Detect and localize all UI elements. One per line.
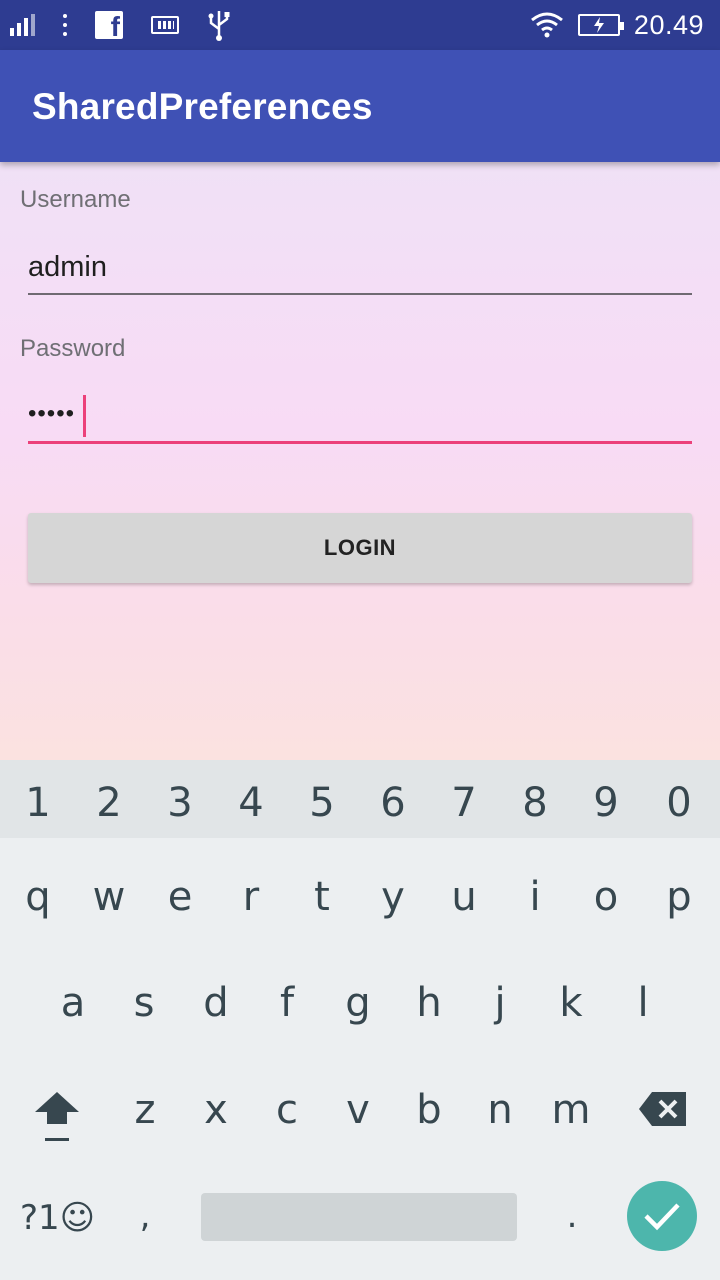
key-x[interactable]: x [186, 1087, 246, 1133]
key-5[interactable]: 5 [292, 780, 352, 826]
key-z[interactable]: z [115, 1087, 175, 1133]
status-time: 20.49 [633, 9, 704, 40]
key-w[interactable]: w [79, 874, 139, 920]
key-i[interactable]: i [505, 874, 565, 920]
space-bar[interactable] [201, 1193, 517, 1241]
key-d[interactable]: d [186, 980, 246, 1026]
key-8[interactable]: 8 [505, 780, 565, 826]
overflow-dots-icon [63, 14, 67, 36]
key-u[interactable]: u [434, 874, 494, 920]
app-title: SharedPreferences [32, 86, 373, 127]
key-n[interactable]: n [470, 1087, 530, 1133]
key-0[interactable]: 0 [649, 780, 709, 826]
signal-icon [10, 14, 35, 36]
key-g[interactable]: g [328, 980, 388, 1026]
key-period[interactable]: . [542, 1196, 602, 1236]
password-input[interactable]: ••••• [28, 400, 75, 428]
key-m[interactable]: m [541, 1087, 601, 1133]
text-cursor [83, 395, 86, 437]
key-1[interactable]: 1 [8, 780, 68, 826]
app-bar: SharedPreferences [0, 50, 720, 162]
key-q[interactable]: q [8, 874, 68, 920]
key-y[interactable]: y [363, 874, 423, 920]
shift-icon[interactable] [33, 1090, 81, 1142]
username-input[interactable]: admin [28, 251, 107, 284]
key-t[interactable]: t [292, 874, 352, 920]
password-label: Password [20, 335, 126, 362]
username-label: Username [20, 186, 131, 213]
key-o[interactable]: o [576, 874, 636, 920]
done-button[interactable] [627, 1181, 697, 1251]
key-l[interactable]: l [613, 980, 673, 1026]
backspace-icon[interactable] [638, 1090, 688, 1128]
key-f[interactable]: f [257, 980, 317, 1026]
key-v[interactable]: v [328, 1087, 388, 1133]
wifi-icon [530, 12, 563, 38]
key-a[interactable]: a [43, 980, 103, 1026]
key-2[interactable]: 2 [79, 780, 139, 826]
username-underline [28, 293, 692, 295]
key-4[interactable]: 4 [221, 780, 281, 826]
key-c[interactable]: c [257, 1087, 317, 1133]
key-b[interactable]: b [399, 1087, 459, 1133]
key-3[interactable]: 3 [150, 780, 210, 826]
key-9[interactable]: 9 [576, 780, 636, 826]
key-k[interactable]: k [541, 980, 601, 1026]
keyboard-icon [151, 16, 179, 34]
key-h[interactable]: h [399, 980, 459, 1026]
battery-charging-icon [577, 14, 624, 36]
facebook-icon: f [95, 11, 123, 42]
status-bar: f 20.49 [0, 0, 720, 50]
password-underline [28, 441, 692, 444]
key-7[interactable]: 7 [434, 780, 494, 826]
key-e[interactable]: e [150, 874, 210, 920]
soft-keyboard: 1 2 3 4 5 6 7 8 9 0 q w e r t y u i o p … [0, 760, 720, 1280]
key-6[interactable]: 6 [363, 780, 423, 826]
key-p[interactable]: p [649, 874, 709, 920]
checkmark-icon [644, 1203, 680, 1231]
usb-icon [208, 11, 230, 41]
key-r[interactable]: r [221, 874, 281, 920]
symbols-key[interactable]: ?1☺ [20, 1198, 95, 1238]
login-button[interactable]: LOGIN [28, 513, 692, 583]
number-row: 1 2 3 4 5 6 7 8 9 0 [0, 760, 720, 838]
key-j[interactable]: j [470, 980, 530, 1026]
login-form: Username admin Password ••••• LOGIN [0, 162, 720, 760]
key-s[interactable]: s [114, 980, 174, 1026]
key-comma[interactable]: , [115, 1196, 175, 1236]
